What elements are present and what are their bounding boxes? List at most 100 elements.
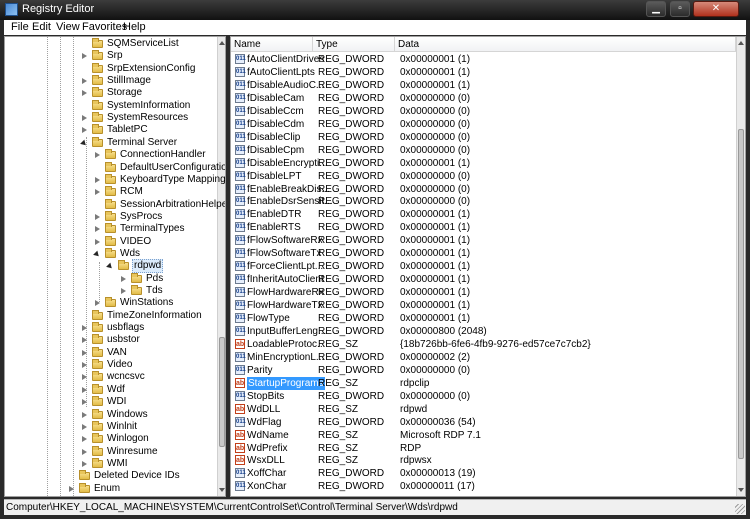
tree-node[interactable]: TimeZoneInformation <box>5 309 215 322</box>
collapsed-arrow-icon[interactable] <box>81 411 88 419</box>
tree-node[interactable]: RCM <box>5 186 215 198</box>
value-row[interactable]: 011 fAutoClientLpts REG_DWORD 0x00000001 (1… <box>231 66 731 79</box>
tree-node[interactable]: usbflags <box>5 322 215 334</box>
value-row[interactable]: 011 MinEncryptionL... REG_DWORD 0x00000002 … <box>231 351 731 364</box>
collapsed-arrow-icon[interactable] <box>94 213 101 221</box>
tree-node[interactable]: Terminal Server <box>5 136 215 149</box>
value-row[interactable]: ab WdName REG_SZ Microsoft RDP 7.1 <box>231 429 731 442</box>
collapsed-arrow-icon[interactable] <box>94 226 101 233</box>
tree-node[interactable]: SystemResources <box>5 112 215 124</box>
values-list-pane[interactable]: Name Type Data 011 fAutoClientDrives REG_D… <box>230 36 746 497</box>
tree-node[interactable]: SrpExtensionConfig <box>5 62 215 75</box>
value-row[interactable]: ab StartupPrograms REG_SZ rdpclip <box>231 376 731 390</box>
collapsed-arrow-icon[interactable] <box>81 374 88 381</box>
value-row[interactable]: 011 fDisableCdm REG_DWORD 0x00000000 (0) <box>231 118 731 131</box>
tree-node[interactable]: Storage <box>5 87 215 99</box>
value-row[interactable]: ab WsxDLL REG_SZ rdpwsx <box>231 454 731 467</box>
value-row[interactable]: 011 fForceClientLpt... REG_DWORD 0x00000001… <box>231 260 731 273</box>
values-scrollbar[interactable] <box>736 37 745 496</box>
tree-node[interactable]: Enum <box>5 482 215 495</box>
tree-node[interactable]: DefaultUserConfiguration <box>5 161 225 174</box>
menu-help[interactable]: Help <box>123 21 146 33</box>
menu-edit[interactable]: Edit <box>32 21 51 33</box>
value-row[interactable]: 011 FlowHardwareRx REG_DWORD 0x00000001 (1) <box>231 286 731 299</box>
tree-node[interactable]: WDI <box>5 396 215 408</box>
tree-node[interactable]: WinStations <box>5 297 215 309</box>
value-row[interactable]: 011 XonChar REG_DWORD 0x00000011 (17) <box>231 480 731 493</box>
value-row[interactable]: 011 WdFlag REG_DWORD 0x00000036 (54) <box>231 416 731 429</box>
value-row[interactable]: 011 fAutoClientDrives REG_DWORD 0x00000001 … <box>231 53 731 66</box>
resize-grip-icon[interactable] <box>735 504 745 514</box>
tree-node[interactable]: usbstor <box>5 334 215 346</box>
expanded-arrow-icon[interactable] <box>107 263 114 270</box>
values-scroll-thumb[interactable] <box>738 129 744 459</box>
value-row[interactable]: 011 fDisableCcm REG_DWORD 0x00000000 (0) <box>231 105 731 118</box>
value-row[interactable]: 011 fDisableCam REG_DWORD 0x00000000 (0) <box>231 92 731 105</box>
value-row[interactable]: ab WdPrefix REG_SZ RDP <box>231 442 731 455</box>
collapsed-arrow-icon[interactable] <box>120 275 127 283</box>
collapsed-arrow-icon[interactable] <box>81 115 88 122</box>
tree-node[interactable]: SysProcs <box>5 210 215 223</box>
collapsed-arrow-icon[interactable] <box>81 337 88 344</box>
close-button[interactable]: ✕ <box>693 1 739 17</box>
collapsed-arrow-icon[interactable] <box>81 399 88 406</box>
collapsed-arrow-icon[interactable] <box>81 127 88 134</box>
tree-node[interactable]: VAN <box>5 346 215 359</box>
tree-node[interactable]: Winlogon <box>5 433 215 445</box>
title-bar[interactable]: Registry Editor ▁ ▫ ✕ <box>0 0 750 20</box>
collapsed-arrow-icon[interactable] <box>94 238 101 246</box>
value-row[interactable]: 011 FlowType REG_DWORD 0x00000001 (1) <box>231 312 731 325</box>
tree-node[interactable]: Windows <box>5 408 215 421</box>
tree-node[interactable]: SQMServiceList <box>5 38 215 50</box>
value-row[interactable]: 011 FlowHardwareTx REG_DWORD 0x00000001 (1) <box>231 299 731 312</box>
tree-node[interactable]: Wdf <box>5 383 215 396</box>
tree-node[interactable]: Video <box>5 359 215 371</box>
value-row[interactable]: 011 Parity REG_DWORD 0x00000000 (0) <box>231 364 731 377</box>
tree-node[interactable]: Winlnit <box>5 420 215 433</box>
tree-node[interactable]: rdpwd <box>5 259 215 274</box>
collapsed-arrow-icon[interactable] <box>94 152 101 159</box>
value-row[interactable]: 011 fEnableBreakDis... REG_DWORD 0x00000000… <box>231 183 731 196</box>
collapsed-arrow-icon[interactable] <box>94 176 101 184</box>
tree-node[interactable]: SessionArbitrationHelper <box>5 198 225 211</box>
scroll-up-icon[interactable] <box>738 39 744 45</box>
tree-node[interactable]: KeyboardType Mapping <box>5 173 225 186</box>
tree-node[interactable]: ConnectionHandler <box>5 149 215 161</box>
tree-node[interactable]: StillImage <box>5 75 215 87</box>
tree-node[interactable]: TabletPC <box>5 124 215 136</box>
tree-node[interactable]: Srp <box>5 50 215 62</box>
collapsed-arrow-icon[interactable] <box>81 362 88 369</box>
value-row[interactable]: 011 fEnableRTS REG_DWORD 0x00000001 (1) <box>231 221 731 234</box>
collapsed-arrow-icon[interactable] <box>120 288 127 295</box>
tree-scrollbar[interactable] <box>217 37 225 496</box>
collapsed-arrow-icon[interactable] <box>81 436 88 443</box>
collapsed-arrow-icon[interactable] <box>81 386 88 394</box>
value-row[interactable]: 011 fInheritAutoClient REG_DWORD 0x00000001… <box>231 273 731 286</box>
column-header-data[interactable]: Data <box>395 37 736 52</box>
value-row[interactable]: 011 fDisableAudioC... REG_DWORD 0x00000001 … <box>231 79 731 92</box>
value-row[interactable]: 011 fEnableDsrSensit... REG_DWORD 0x0000000… <box>231 195 731 208</box>
tree-node[interactable]: Winresume <box>5 445 215 458</box>
collapsed-arrow-icon[interactable] <box>81 460 88 468</box>
tree-node[interactable]: SystemInformation <box>5 99 215 112</box>
collapsed-arrow-icon[interactable] <box>94 189 101 196</box>
value-row[interactable]: 011 fDisableClip REG_DWORD 0x00000000 (0) <box>231 131 731 144</box>
menu-file[interactable]: File <box>11 21 29 33</box>
menu-view[interactable]: View <box>56 21 80 33</box>
collapsed-arrow-icon[interactable] <box>81 448 88 456</box>
tree-scroll-thumb[interactable] <box>219 337 225 447</box>
value-row[interactable]: 011 StopBits REG_DWORD 0x00000000 (0) <box>231 390 731 403</box>
column-header-name[interactable]: Name <box>231 37 313 52</box>
column-header-type[interactable]: Type <box>313 37 395 52</box>
value-row[interactable]: 011 fFlowSoftwareRx REG_DWORD 0x00000001 (1… <box>231 234 731 247</box>
value-row[interactable]: 011 fFlowSoftwareTx REG_DWORD 0x00000001 (1… <box>231 247 731 260</box>
collapsed-arrow-icon[interactable] <box>81 90 88 97</box>
value-row[interactable]: 011 XoffChar REG_DWORD 0x00000013 (19) <box>231 467 731 480</box>
collapsed-arrow-icon[interactable] <box>68 485 75 493</box>
value-row[interactable]: ab LoadableProtoc... REG_SZ {18b726bb-6fe6-… <box>231 338 731 351</box>
menu-favorites[interactable]: Favorites <box>82 21 127 33</box>
value-row[interactable]: ab WdDLL REG_SZ rdpwd <box>231 403 731 416</box>
collapsed-arrow-icon[interactable] <box>81 53 88 60</box>
minimize-button[interactable]: ▁ <box>646 1 666 17</box>
maximize-button[interactable]: ▫ <box>670 1 690 17</box>
